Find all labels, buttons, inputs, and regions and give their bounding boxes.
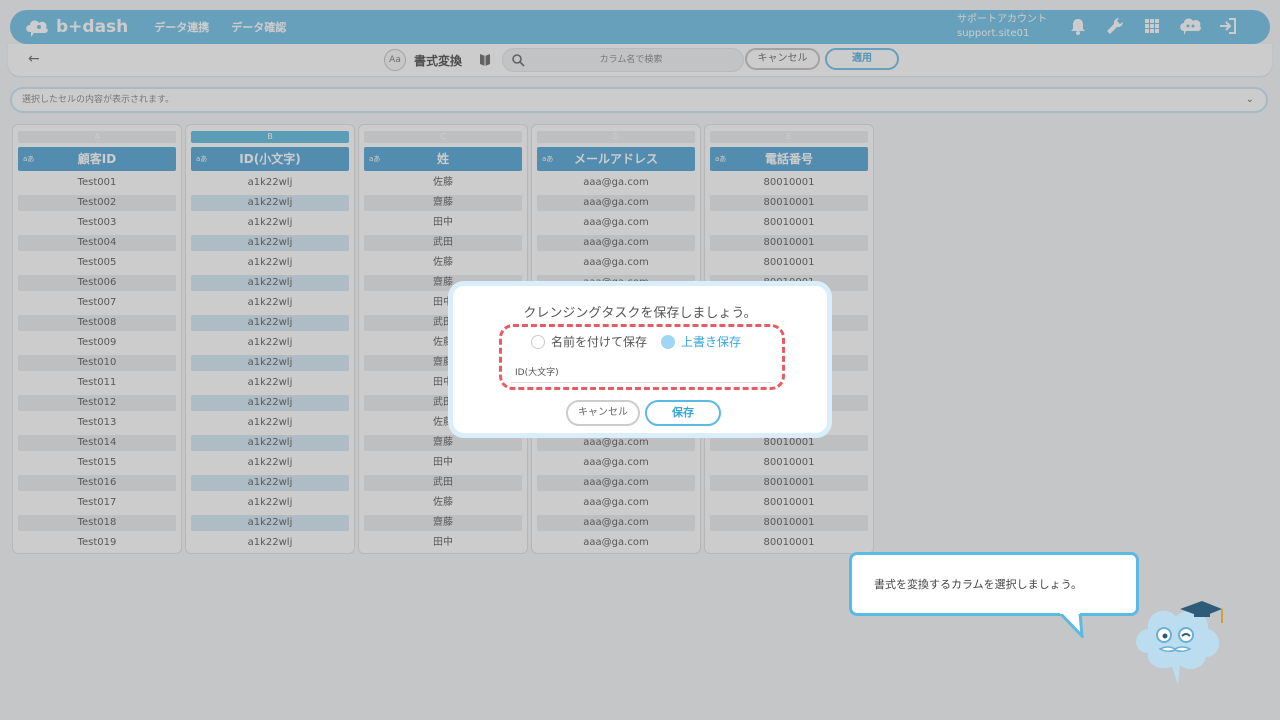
dialog-cancel-button[interactable]: キャンセル	[566, 400, 640, 426]
save-task-dialog: クレンジングタスクを保存しましょう。 名前を付けて保存 上書き保存 キャンセル …	[448, 281, 832, 438]
dialog-title: クレンジングタスクを保存しましょう。	[523, 306, 757, 321]
save-mode-options: 名前を付けて保存 上書き保存	[531, 333, 755, 350]
radio-save-as-new-label[interactable]: 名前を付けて保存	[551, 333, 647, 350]
tooltip-tail-icon	[1058, 612, 1084, 638]
radio-save-as-new[interactable]	[531, 334, 545, 349]
mascot-cloud-icon	[1136, 601, 1223, 685]
dialog-save-button[interactable]: 保存	[645, 400, 721, 426]
guide-tooltip: 書式を変換するカラムを選択しましょう。	[849, 552, 1139, 616]
radio-overwrite[interactable]	[661, 334, 676, 349]
task-name-input[interactable]	[511, 361, 773, 383]
radio-overwrite-label[interactable]: 上書き保存	[681, 333, 741, 350]
guide-tooltip-text: 書式を変換するカラムを選択しましょう。	[874, 578, 1083, 591]
